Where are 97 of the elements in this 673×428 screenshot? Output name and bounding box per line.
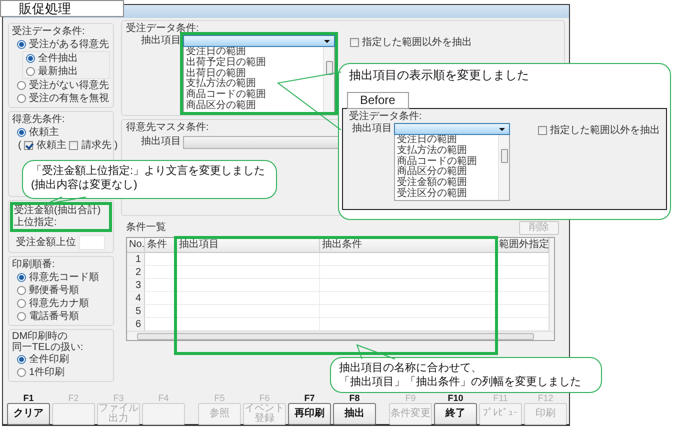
before-label: Before	[347, 92, 409, 109]
list-item[interactable]: 受注金額の範囲	[397, 178, 467, 189]
function-key-button[interactable]: クリア	[7, 403, 50, 425]
radio-label[interactable]: 全件抽出	[38, 52, 78, 65]
key-label: F3	[113, 394, 124, 403]
checkbox-label[interactable]: 指定した範囲以外を抽出	[550, 124, 660, 137]
row-number: 3	[127, 279, 145, 292]
radio-label[interactable]: 郵便番号順	[29, 284, 79, 297]
radio-label[interactable]: 得意先カナ順	[29, 297, 89, 310]
field-label: 抽出項目	[351, 123, 393, 135]
radio-label[interactable]: 受注がない得意先	[29, 79, 109, 92]
radio-button[interactable]	[17, 286, 26, 295]
radio-button[interactable]	[17, 81, 26, 90]
row-number: 1	[127, 253, 145, 266]
callout-text: 抽出項目の表示順を変更しました	[348, 67, 529, 83]
caret-icon	[499, 128, 505, 131]
key-label: F10	[448, 394, 464, 403]
input-field[interactable]	[79, 235, 105, 250]
callout-text: 「受注金額上位指定:」より文言を変更しました	[31, 164, 266, 178]
column-header[interactable]: 抽出項目	[177, 238, 320, 253]
checkbox[interactable]	[69, 141, 78, 150]
scrollbar[interactable]	[549, 238, 554, 331]
list-item[interactable]: 商品区分の範囲	[186, 100, 256, 112]
scrollbar[interactable]	[323, 47, 334, 112]
row-number: 2	[127, 266, 145, 279]
row-number: 4	[127, 292, 145, 305]
key-label: F4	[158, 394, 169, 403]
column-header[interactable]: No.	[127, 238, 145, 253]
key-label: F8	[349, 394, 360, 403]
group-label: 得意先条件:	[12, 113, 65, 126]
scrollbar[interactable]	[498, 135, 509, 200]
key-label: F12	[538, 394, 554, 403]
checkbox[interactable]	[24, 141, 34, 150]
radio-button[interactable]	[17, 128, 26, 137]
radio-label[interactable]: 1件印刷	[29, 366, 65, 379]
field-label: 受注金額上位	[16, 236, 76, 250]
checkbox-label[interactable]: 請求先	[81, 139, 112, 152]
function-key-button[interactable]: 再印刷	[288, 403, 331, 425]
parenthesis: (	[18, 139, 22, 152]
key-label: F11	[493, 394, 508, 403]
key-label: F5	[214, 394, 225, 403]
callout-text: (抽出内容は変更なし)	[31, 178, 138, 192]
field-label: 抽出項目	[140, 134, 182, 149]
radio-label[interactable]: 受注の有無を無視	[29, 92, 109, 105]
list-item[interactable]: 出荷予定日の範囲	[186, 58, 266, 69]
group-label: 受注金額(抽出合計)上位指定:	[10, 202, 112, 232]
function-key-button[interactable]: 終了	[434, 403, 477, 425]
radio-label[interactable]: 電話番号順	[29, 310, 79, 323]
radio-button[interactable]	[17, 355, 26, 364]
column-header[interactable]: 範囲外指定	[497, 238, 549, 253]
group-label: 受注データ条件:	[349, 111, 422, 122]
caret-icon	[324, 40, 330, 43]
radio-button[interactable]	[17, 299, 26, 308]
radio-label[interactable]: 依頼主	[29, 126, 59, 139]
callout-text: 「抽出項目」「抽出条件」の列幅を変更しました	[339, 375, 581, 389]
key-label: F9	[405, 394, 416, 403]
radio-button[interactable]	[17, 40, 26, 49]
group-label: 印刷順番:	[12, 258, 55, 271]
column-header[interactable]: 抽出条件	[320, 238, 497, 253]
radio-button[interactable]	[17, 94, 26, 103]
group-label: DM印刷時の	[12, 331, 68, 342]
checkbox-label[interactable]: 依頼主	[36, 139, 66, 152]
row-number: 5	[127, 305, 145, 318]
row-number: 6	[127, 318, 145, 331]
scrollbar[interactable]	[127, 331, 554, 340]
parenthesis: )	[114, 139, 118, 152]
key-label: F7	[304, 394, 315, 403]
group-label: 同一TELの扱い:	[12, 342, 84, 353]
window-title: 販促処理	[0, 0, 124, 17]
list-item[interactable]: 支払方法の範囲	[397, 146, 467, 157]
radio-button[interactable]	[26, 54, 35, 63]
dropdown-field[interactable]	[183, 35, 335, 47]
key-label: F2	[68, 394, 79, 403]
radio-button[interactable]	[17, 312, 26, 321]
group-label: 受注データ条件:	[126, 23, 199, 34]
radio-label[interactable]: 得意先コード順	[29, 271, 99, 284]
checkbox-label[interactable]: 指定した範囲以外を抽出	[362, 36, 472, 49]
group-label: 得意先マスタ条件:	[126, 122, 209, 134]
section-label: 条件一覧	[126, 221, 166, 235]
field-label: 抽出項目	[140, 35, 182, 47]
key-label: F6	[259, 394, 270, 403]
radio-button[interactable]	[26, 67, 35, 76]
radio-button[interactable]	[17, 368, 26, 377]
checkbox[interactable]	[538, 126, 547, 135]
radio-label[interactable]: 受注がある得意先	[29, 38, 109, 51]
function-key-button[interactable]: 抽出	[333, 403, 376, 425]
column-header[interactable]: 条件	[145, 238, 177, 253]
list-item[interactable]: 商品コードの範囲	[186, 90, 266, 101]
dropdown-field[interactable]	[394, 123, 510, 135]
radio-label[interactable]: 全件印刷	[29, 353, 69, 366]
checkbox[interactable]	[350, 38, 359, 47]
radio-label[interactable]: 最新抽出	[38, 65, 78, 78]
callout-text: 抽出項目の名称に合わせて、	[339, 361, 482, 375]
radio-button[interactable]	[17, 273, 26, 282]
list-item[interactable]: 受注区分の範囲	[397, 188, 467, 200]
key-label: F1	[23, 394, 34, 403]
group-label: 受注データ条件:	[12, 25, 85, 38]
